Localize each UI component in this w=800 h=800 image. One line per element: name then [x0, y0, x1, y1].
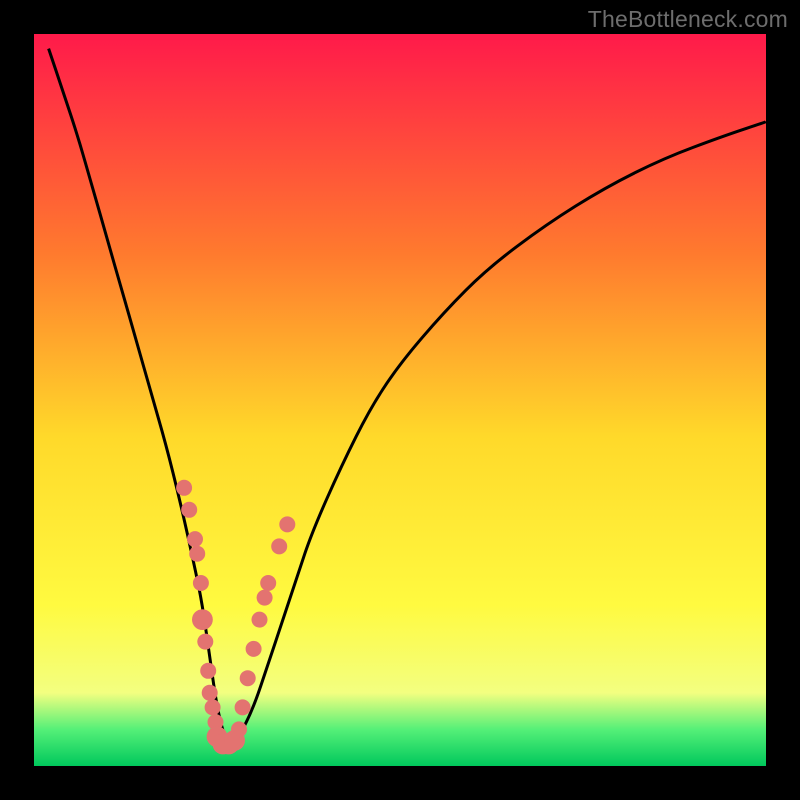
data-marker: [197, 634, 213, 650]
data-markers: [176, 480, 295, 755]
data-marker: [231, 721, 247, 737]
data-marker: [240, 670, 256, 686]
data-marker: [205, 699, 221, 715]
data-marker: [271, 538, 287, 554]
v-curve-path: [49, 49, 766, 743]
data-marker: [260, 575, 276, 591]
data-marker: [189, 546, 205, 562]
v-curve: [34, 34, 766, 766]
data-marker: [202, 685, 218, 701]
data-marker: [181, 502, 197, 518]
data-marker: [176, 480, 192, 496]
data-marker: [279, 516, 295, 532]
data-marker: [257, 590, 273, 606]
chart-frame: TheBottleneck.com: [0, 0, 800, 800]
data-marker: [200, 663, 216, 679]
data-marker: [192, 609, 213, 630]
data-marker: [252, 612, 268, 628]
watermark-text: TheBottleneck.com: [588, 6, 788, 33]
data-marker: [193, 575, 209, 591]
data-marker: [246, 641, 262, 657]
data-marker: [235, 699, 251, 715]
plot-area: [34, 34, 766, 766]
data-marker: [187, 531, 203, 547]
